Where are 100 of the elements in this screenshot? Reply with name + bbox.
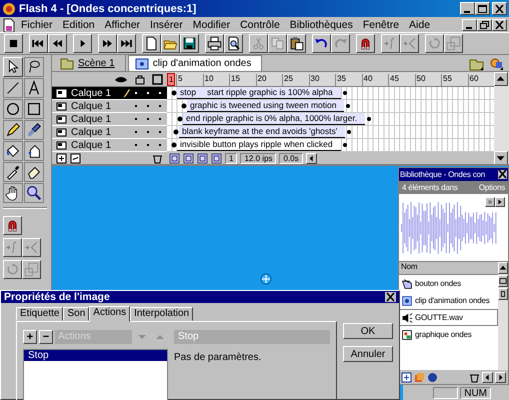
center-frame-icon[interactable]: [169, 153, 180, 164]
dialog-title: Propriétés de l'image: [4, 291, 111, 303]
printer-icon[interactable]: [205, 34, 224, 53]
rewind-icon[interactable]: [29, 34, 48, 53]
print-preview-icon[interactable]: [224, 34, 243, 53]
menu-item[interactable]: Bibliothèques: [284, 18, 358, 30]
library-item[interactable]: bouton ondes: [399, 275, 498, 292]
maximize-icon[interactable]: [478, 4, 487, 12]
rectangle-icon[interactable]: [24, 99, 44, 119]
scene-tab[interactable]: clip d'animation ondes: [128, 55, 262, 71]
step-forward-icon[interactable]: [98, 34, 117, 53]
layer-row[interactable]: Calque 1: [52, 87, 167, 100]
pencil-icon[interactable]: [3, 120, 23, 140]
play-icon[interactable]: [73, 34, 92, 53]
layer-row[interactable]: Calque 1: [52, 100, 167, 113]
rotate-icon[interactable]: [425, 34, 444, 53]
library-item[interactable]: GOUTTE.wav: [399, 309, 498, 326]
brush-icon[interactable]: [24, 120, 44, 140]
scroll-down-icon[interactable]: [494, 151, 508, 164]
tab[interactable]: Etiquette: [16, 307, 64, 321]
restore-icon[interactable]: [480, 20, 489, 28]
scroll-left-icon[interactable]: [482, 372, 493, 382]
library-item[interactable]: graphique ondes: [399, 326, 498, 343]
frame-number: 45: [388, 74, 414, 86]
add-layer-icon[interactable]: [56, 153, 67, 164]
dropper-icon[interactable]: [3, 162, 23, 182]
copy-icon[interactable]: [268, 34, 287, 53]
menu-item[interactable]: Edition: [58, 18, 100, 30]
eye-icon[interactable]: [114, 74, 128, 84]
tab[interactable]: Actions: [89, 306, 130, 322]
stop-icon[interactable]: [485, 197, 495, 207]
column-header[interactable]: Nom: [399, 262, 498, 275]
stop-icon[interactable]: [4, 34, 23, 53]
hand-icon[interactable]: [3, 183, 23, 203]
magnifier-icon[interactable]: [24, 183, 44, 203]
menu-item[interactable]: Afficher: [100, 18, 146, 30]
window-title: Flash 4 - [Ondes concentriques:1]: [19, 2, 198, 14]
folder-icon[interactable]: [161, 34, 180, 53]
action-item[interactable]: Stop: [24, 350, 167, 361]
lasso-icon[interactable]: [24, 57, 44, 77]
scroll-up-icon[interactable]: [494, 72, 508, 86]
layer-row[interactable]: Calque 1: [52, 126, 167, 139]
eraser-icon[interactable]: [24, 162, 44, 182]
menu-item[interactable]: Fenêtre: [358, 18, 404, 30]
add-guide-icon[interactable]: [70, 153, 81, 164]
scene-tab[interactable]: Scène 1: [54, 55, 126, 71]
straighten-icon[interactable]: [400, 34, 419, 53]
play-icon[interactable]: [495, 197, 505, 207]
new-symbol-icon[interactable]: [401, 372, 412, 382]
edit-frames-icon[interactable]: [211, 153, 222, 164]
scale-icon[interactable]: [444, 34, 463, 53]
smooth-curve-icon[interactable]: [3, 238, 22, 257]
layer-row[interactable]: Calque 1: [52, 113, 167, 126]
close-icon[interactable]: [385, 292, 396, 302]
onion-outline-icon[interactable]: [197, 153, 208, 164]
dialog-button[interactable]: Annuler: [343, 346, 393, 362]
smooth-curve-icon[interactable]: [381, 34, 400, 53]
frame-number: 30: [308, 74, 335, 86]
layer-row[interactable]: Calque 1: [52, 139, 167, 152]
narrow-view-icon[interactable]: [498, 288, 508, 300]
menu-item[interactable]: Fichier: [16, 18, 58, 30]
redo-icon[interactable]: [331, 34, 350, 53]
menu-item[interactable]: Insérer: [145, 18, 188, 30]
scroll-up-icon[interactable]: [498, 262, 508, 274]
scissors-icon[interactable]: [249, 34, 268, 53]
dialog-button[interactable]: OK: [343, 323, 393, 339]
magnet-icon[interactable]: [3, 216, 22, 235]
close-icon[interactable]: [495, 20, 504, 28]
info-icon[interactable]: [427, 372, 438, 382]
text-tool-icon[interactable]: [24, 78, 44, 98]
scale-icon[interactable]: [22, 260, 41, 279]
menu-item[interactable]: Aide: [404, 18, 436, 30]
library-item[interactable]: clip d'animation ondes: [399, 292, 498, 309]
paint-bucket-icon[interactable]: [3, 141, 23, 161]
close-icon[interactable]: [495, 4, 504, 12]
wide-view-icon[interactable]: [498, 275, 508, 287]
new-file-icon[interactable]: [142, 34, 161, 53]
magnet-icon[interactable]: [356, 34, 375, 53]
remove-action-button[interactable]: −: [39, 330, 53, 344]
rotate-icon[interactable]: [3, 260, 22, 279]
clipboard-icon[interactable]: [287, 34, 306, 53]
playhead[interactable]: 1: [167, 73, 176, 86]
scroll-left-icon[interactable]: [306, 153, 317, 164]
options-menu[interactable]: Options: [478, 183, 505, 192]
frame-number: 20: [256, 74, 282, 86]
close-icon[interactable]: [498, 170, 507, 179]
undo-icon[interactable]: [312, 34, 331, 53]
onion-skin-icon[interactable]: [183, 153, 194, 164]
menu-item[interactable]: Contrôle: [235, 18, 285, 30]
step-back-icon[interactable]: [48, 34, 67, 53]
outline-icon[interactable]: [152, 74, 163, 84]
edit-symbol-icon[interactable]: [489, 56, 505, 70]
layer-icon: [56, 128, 67, 136]
go-to-end-icon[interactable]: [117, 34, 136, 53]
lock-icon[interactable]: [134, 74, 146, 84]
tab[interactable]: Interpolation: [130, 307, 194, 321]
scroll-right-icon[interactable]: [495, 372, 506, 382]
menu-item[interactable]: Modifier: [188, 18, 236, 30]
straighten-icon[interactable]: [22, 238, 41, 257]
add-action-button[interactable]: +: [23, 330, 37, 344]
